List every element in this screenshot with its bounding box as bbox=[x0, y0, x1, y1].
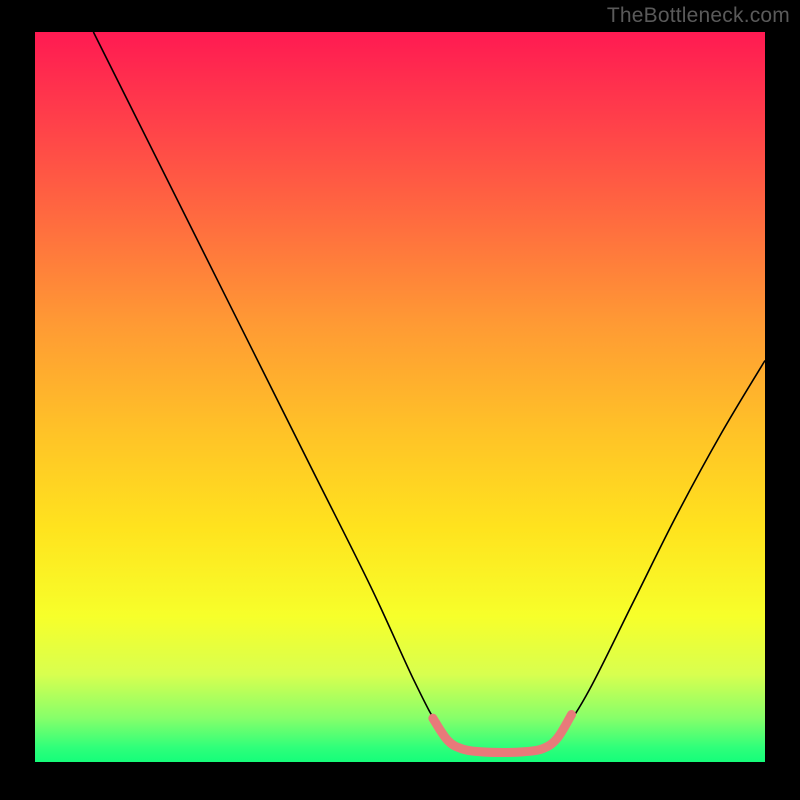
curve-layer bbox=[35, 32, 765, 762]
watermark-text: TheBottleneck.com bbox=[607, 4, 790, 28]
chart-frame: TheBottleneck.com bbox=[0, 0, 800, 800]
curve-main bbox=[93, 32, 765, 753]
plot-area bbox=[35, 32, 765, 762]
marker-segment bbox=[433, 715, 572, 753]
